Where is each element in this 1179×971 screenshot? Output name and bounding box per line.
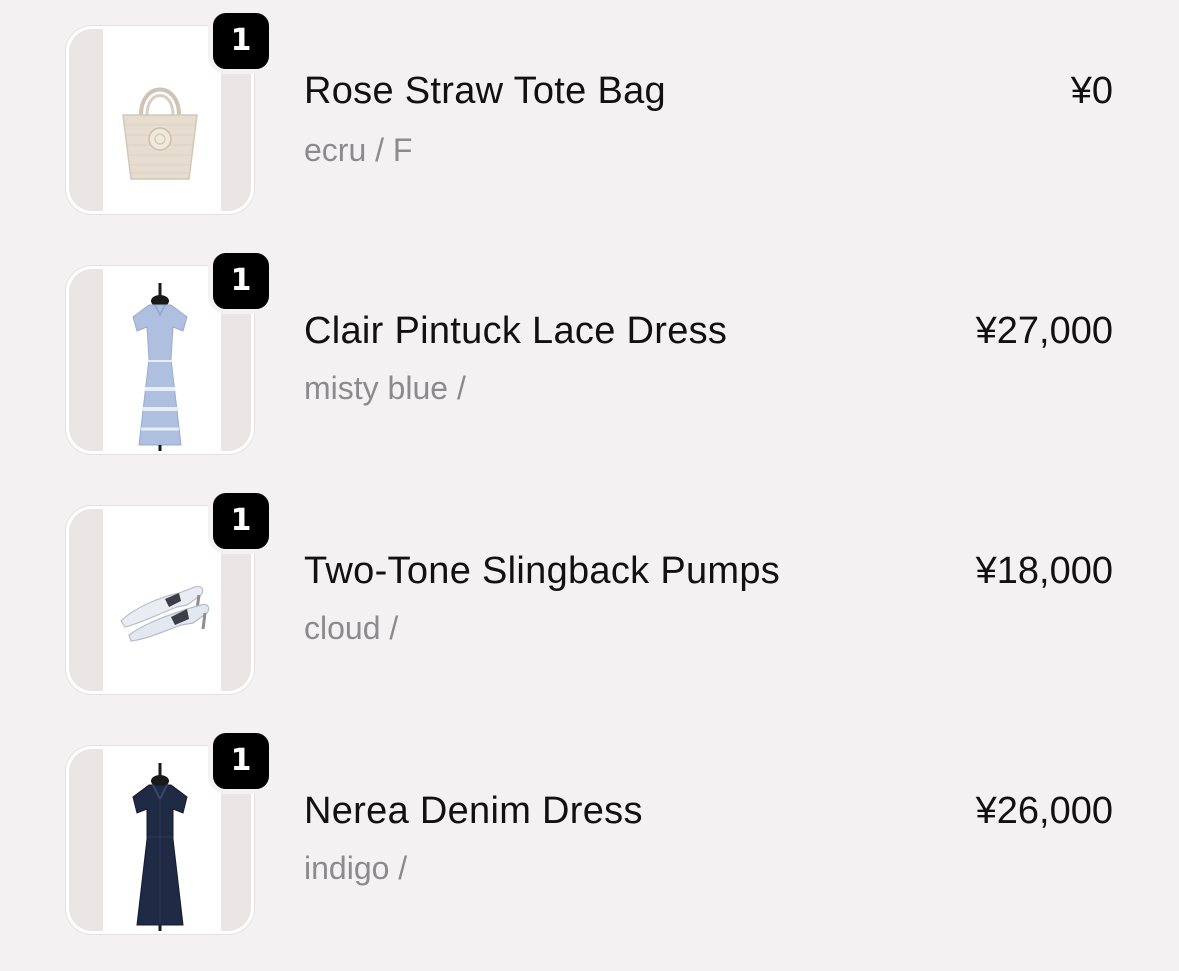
product-name[interactable]: Two-Tone Slingback Pumps: [304, 550, 780, 593]
product-price: ¥27,000: [975, 310, 1113, 352]
cart-item[interactable]: 1 Rose Straw Tote Bag ecru / F ¥0: [0, 0, 1179, 240]
product-name[interactable]: Clair Pintuck Lace Dress: [304, 310, 727, 353]
product-variant: indigo /: [304, 850, 408, 886]
cart-item[interactable]: 1 Two-Tone Slingback Pumps cloud / ¥18,0…: [0, 480, 1179, 720]
quantity-badge: 1: [208, 8, 274, 74]
product-name[interactable]: Rose Straw Tote Bag: [304, 70, 666, 113]
product-variant: misty blue /: [304, 370, 466, 406]
quantity-badge: 1: [208, 248, 274, 314]
product-price: ¥26,000: [975, 790, 1113, 832]
product-variant: ecru / F: [304, 132, 413, 168]
cart-item-list: 1 Rose Straw Tote Bag ecru / F ¥0 1 Clai…: [0, 0, 1179, 971]
product-price: ¥0: [1070, 70, 1113, 112]
quantity-badge: 1: [208, 728, 274, 794]
product-price: ¥18,000: [975, 550, 1113, 592]
product-variant: cloud /: [304, 610, 399, 646]
product-name[interactable]: Nerea Denim Dress: [304, 790, 643, 833]
cart-item[interactable]: 1 Clair Pintuck Lace Dress misty blue / …: [0, 240, 1179, 480]
cart-item[interactable]: 1 Nerea Denim Dress indigo / ¥26,000: [0, 720, 1179, 960]
quantity-badge: 1: [208, 488, 274, 554]
